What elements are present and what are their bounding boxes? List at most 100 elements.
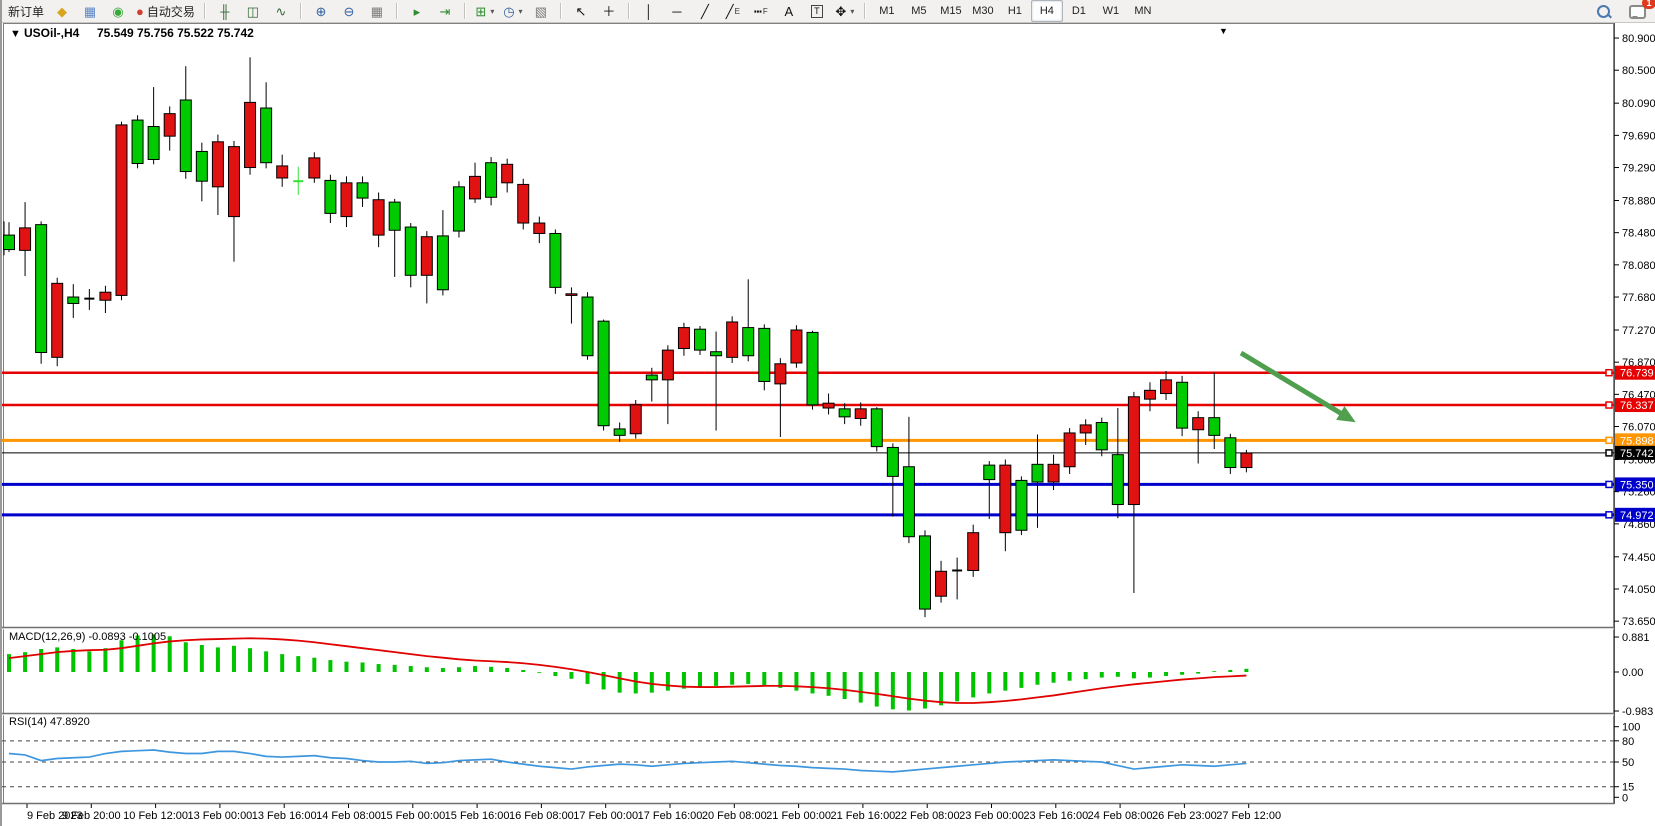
new-chart-icon: ⊞	[475, 5, 486, 18]
text-icon: A	[785, 5, 794, 18]
candlestick-chart-icon[interactable]: ◫	[239, 0, 267, 22]
charts-grid-icon[interactable]: ▦	[76, 0, 104, 22]
text-icon[interactable]: A	[775, 0, 803, 22]
timeframe-w1[interactable]: W1	[1095, 0, 1127, 22]
macd-tick-label: 0.881	[1622, 632, 1650, 644]
zoom-in-icon[interactable]: ⊕	[307, 0, 335, 22]
chart-profile-icon[interactable]: ▧	[527, 0, 555, 22]
order-ticket-icon[interactable]: ◆	[48, 0, 76, 22]
price-tick-label: 74.050	[1622, 584, 1655, 596]
candle-body	[919, 536, 930, 609]
auto-scroll-icon[interactable]: ▸	[403, 0, 431, 22]
candle-body	[823, 403, 834, 408]
candle-body	[968, 533, 979, 571]
zoom-out-icon[interactable]: ⊖	[335, 0, 363, 22]
chart-title-symbol: USOil-,H4	[24, 26, 80, 40]
candle-body	[1128, 397, 1139, 505]
mt4-application-window: 新订单◆▦◉●自动交易╫◫∿⊕⊖▦▸⇥⊞▾◷▾▧↖＋│─╱╱E┅FAT✥▾M1M…	[0, 0, 1655, 826]
horizontal-line-icon[interactable]: ─	[663, 0, 691, 22]
notifications-button[interactable]: 1	[1623, 1, 1651, 23]
toolbar-group: ↖＋	[565, 0, 625, 22]
period-clock-icon[interactable]: ◷▾	[499, 0, 527, 22]
timeframe-m15[interactable]: M15	[935, 0, 967, 22]
timeframe-h4[interactable]: H4	[1031, 0, 1063, 22]
horizontal-line-icon: ─	[672, 5, 681, 18]
candle-body	[164, 114, 175, 137]
price-badge-label: 76.337	[1620, 400, 1654, 412]
candle-body	[341, 183, 352, 217]
candle-body	[759, 328, 770, 381]
toolbar-separator	[396, 3, 398, 19]
search-button[interactable]	[1589, 1, 1617, 23]
candle-body	[373, 200, 384, 235]
candle-body	[598, 321, 609, 426]
macd-indicator-label: MACD(12,26,9) -0.0893 -0.1005	[9, 631, 166, 643]
auto-scroll-icon: ▸	[414, 5, 421, 18]
autotrading-button[interactable]: ●自动交易	[132, 0, 199, 22]
tile-windows-icon[interactable]: ▦	[363, 0, 391, 22]
candle-body	[1161, 380, 1172, 394]
candle-body	[534, 223, 545, 233]
crosshair-icon[interactable]: ＋	[595, 0, 623, 22]
candle-body	[566, 294, 577, 296]
ohlc-collapse-arrow[interactable]: ▼	[10, 28, 21, 40]
candle-body	[502, 164, 513, 182]
line-chart-icon[interactable]: ∿	[267, 0, 295, 22]
candle-body	[309, 158, 320, 178]
candle-body	[389, 202, 400, 230]
time-tick-label: 9 Feb 20:00	[62, 810, 121, 822]
candle-body	[1209, 418, 1220, 436]
candle-body	[614, 429, 625, 435]
timeframe-mn[interactable]: MN	[1127, 0, 1159, 22]
candle-body	[180, 100, 191, 172]
vertical-line-icon[interactable]: │	[635, 0, 663, 22]
price-badge-label: 75.898	[1620, 435, 1654, 447]
new-order-button[interactable]: 新订单	[4, 0, 48, 22]
trendline-icon[interactable]: ╱	[691, 0, 719, 22]
hline-axis-notch	[1606, 370, 1612, 376]
candle-body	[116, 125, 127, 296]
timeframe-m1[interactable]: M1	[871, 0, 903, 22]
candle-body	[36, 225, 47, 353]
toolbar-separator	[464, 3, 466, 19]
autotrading-button-label: 自动交易	[147, 3, 195, 20]
candle-body	[1032, 464, 1043, 482]
arrows-icon[interactable]: ✥▾	[831, 0, 859, 22]
timeframe-h1[interactable]: H1	[999, 0, 1031, 22]
signals-icon[interactable]: ◉	[104, 0, 132, 22]
price-badge-label: 76.739	[1620, 368, 1654, 380]
time-tick-label: 13 Feb 16:00	[252, 810, 317, 822]
fibonacci-icon[interactable]: ┅F	[747, 0, 775, 22]
price-badge-label: 74.972	[1620, 510, 1654, 522]
dropdown-caret-icon[interactable]: ▾	[490, 7, 494, 16]
equidistant-channel-icon[interactable]: ╱E	[719, 0, 747, 22]
dropdown-caret-icon[interactable]: ▾	[519, 7, 523, 16]
chart-shift-icon[interactable]: ⇥	[431, 0, 459, 22]
macd-tick-label: -0.983	[1622, 706, 1653, 718]
candle-body	[695, 329, 706, 350]
candle-body	[791, 330, 802, 363]
toolbar-separator	[300, 3, 302, 19]
price-tick-label: 80.900	[1622, 33, 1655, 45]
dropdown-caret-icon[interactable]: ▾	[850, 7, 854, 16]
bar-chart-icon[interactable]: ╫	[211, 0, 239, 22]
timeframe-m30[interactable]: M30	[967, 0, 999, 22]
chart-canvas[interactable]: 80.90080.50080.09079.69079.29078.88078.4…	[2, 23, 1655, 826]
candle-body	[839, 409, 850, 417]
candle-body	[325, 180, 336, 213]
candle-body	[4, 235, 15, 249]
candle-body	[711, 352, 722, 356]
rsi-tick-label: 80	[1622, 736, 1634, 748]
new-chart-icon[interactable]: ⊞▾	[471, 0, 499, 22]
candle-body	[261, 108, 272, 163]
text-label-icon[interactable]: T	[803, 0, 831, 22]
cursor-icon[interactable]: ↖	[567, 0, 595, 22]
timeframe-group: M1M5M15M30H1H4D1W1MN	[869, 0, 1161, 22]
last-bar-marker[interactable]: ▼	[1219, 26, 1228, 36]
chart-title-ohlc: 75.549 75.756 75.522 75.742	[97, 26, 254, 40]
price-tick-label: 77.270	[1622, 325, 1655, 337]
timeframe-m5[interactable]: M5	[903, 0, 935, 22]
timeframe-d1[interactable]: D1	[1063, 0, 1095, 22]
time-tick-label: 27 Feb 12:00	[1216, 810, 1281, 822]
time-tick-label: 24 Feb 08:00	[1088, 810, 1153, 822]
